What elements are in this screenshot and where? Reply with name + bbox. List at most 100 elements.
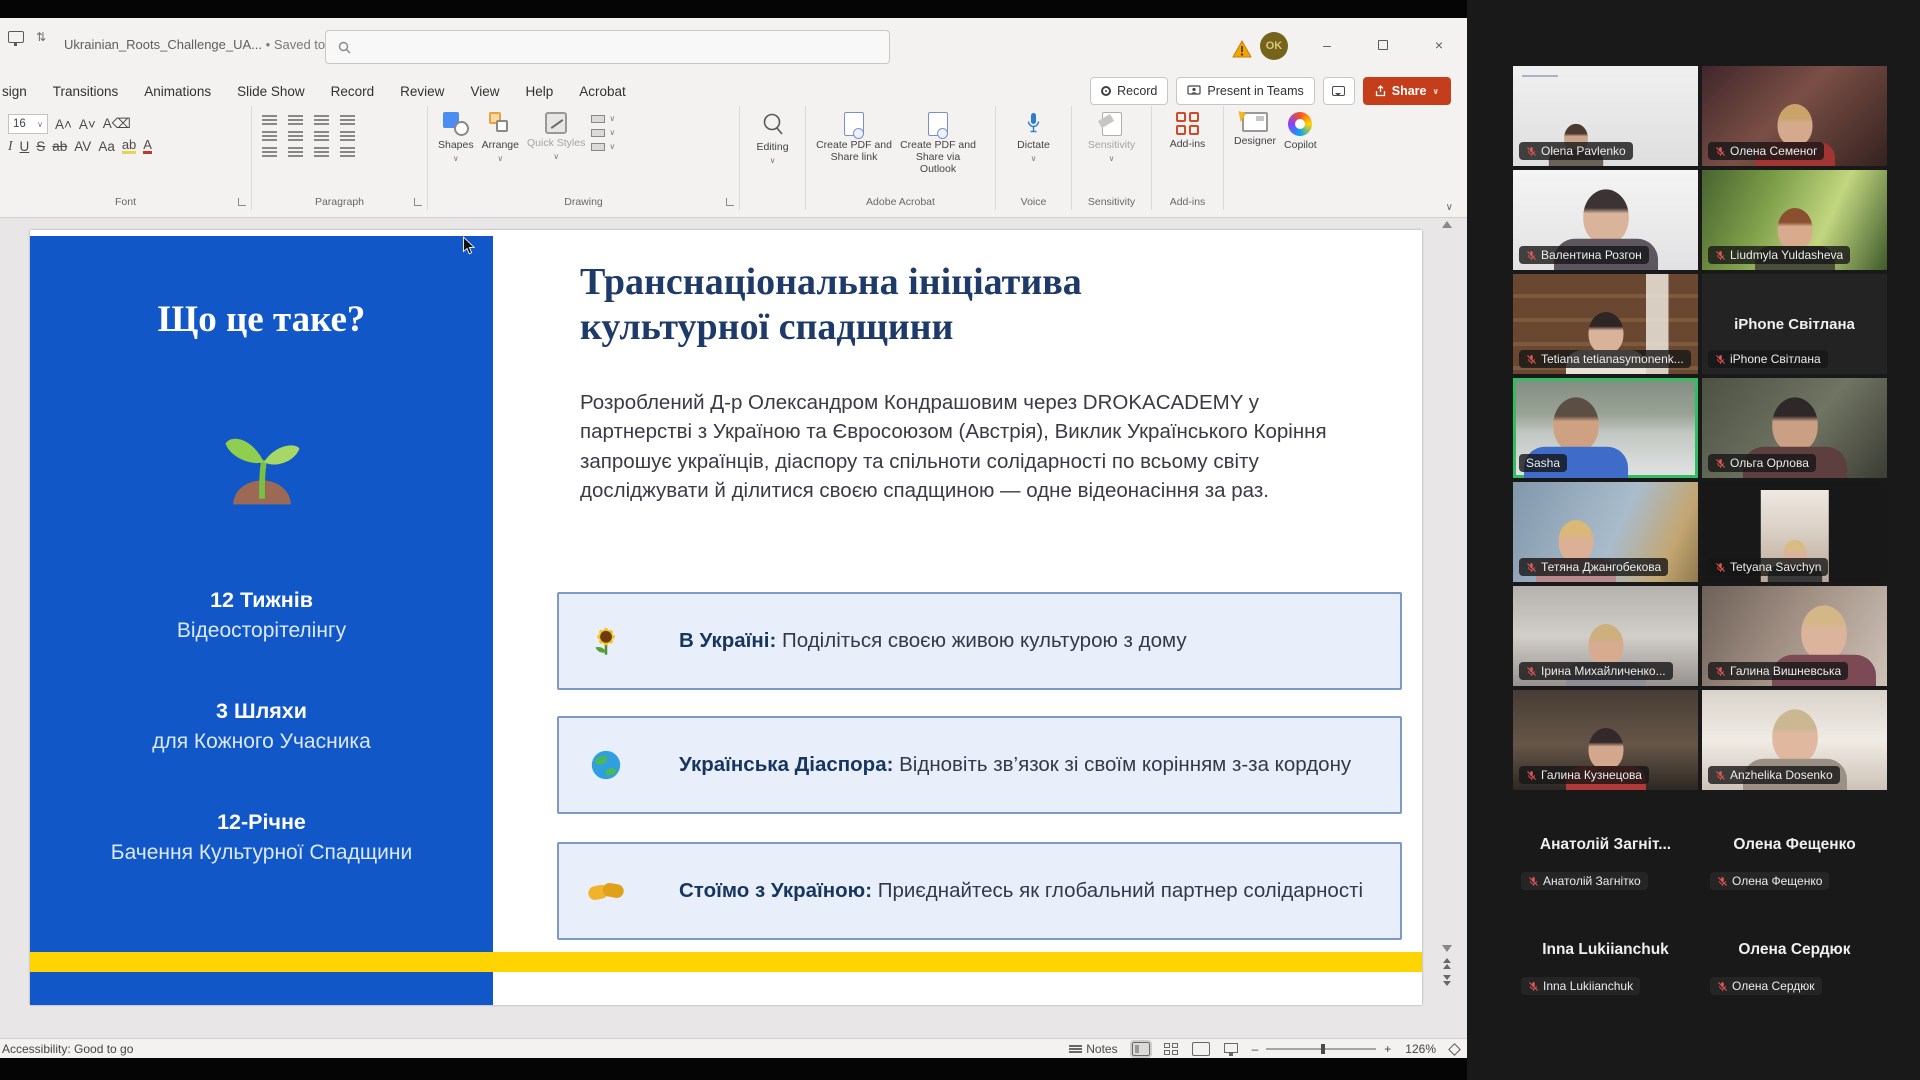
participant-tile-olena-semenoh[interactable]: Олена Семеног	[1702, 66, 1887, 166]
share-button[interactable]: Share ∨	[1363, 77, 1451, 105]
account-avatar[interactable]: OK	[1260, 32, 1288, 60]
participant-tile-liudmyla-yuldasheva[interactable]: Liudmyla Yuldasheva	[1702, 170, 1887, 270]
normal-view-button[interactable]	[1132, 1042, 1150, 1056]
multilevel-list-icon[interactable]	[314, 115, 329, 117]
shape-outline-icon[interactable]	[591, 129, 605, 137]
reading-view-button[interactable]	[1192, 1042, 1210, 1056]
participant-tile-olena-feshchenko[interactable]: Олена Фещенко Олена Фещенко	[1702, 820, 1887, 916]
editing-button[interactable]: Editing ∨	[746, 110, 799, 167]
slideshow-view-button[interactable]	[1224, 1043, 1238, 1053]
shape-effects-icon[interactable]	[591, 143, 605, 151]
infobox-diaspora[interactable]: Українська Діаспора: Відновіть зв’язок з…	[557, 716, 1402, 814]
align-right-icon[interactable]	[314, 147, 329, 149]
participant-tile-tetiana-symonenko[interactable]: Tetiana tetianasymonenk...	[1513, 274, 1698, 374]
create-pdf-outlook-button[interactable]: Create PDF and Share via Outlook	[896, 110, 980, 177]
underline-icon[interactable]: U	[20, 139, 30, 154]
sensitivity-button[interactable]: Sensitivity ∨	[1078, 110, 1145, 165]
justify-icon[interactable]	[340, 147, 355, 149]
slide-scrollbar[interactable]	[1430, 218, 1464, 1038]
infobox-solidarity[interactable]: Стоїмо з Україною: Приєднайтесь як глоба…	[557, 842, 1402, 940]
arrange-button[interactable]: Arrange ∨	[478, 110, 523, 165]
tab-help[interactable]: Help	[525, 84, 553, 99]
notes-button[interactable]: Notes	[1069, 1042, 1117, 1056]
participant-tile-tetiana-dzhanhobekova[interactable]: Тетяна Джангобекова	[1513, 482, 1698, 582]
record-button[interactable]: Record	[1090, 77, 1168, 105]
tab-transitions[interactable]: Transitions	[53, 84, 119, 99]
bullets-icon[interactable]	[262, 115, 277, 117]
shrink-font-icon[interactable]: A˅	[79, 117, 96, 132]
align-left-icon[interactable]	[262, 147, 277, 149]
panel-item-weeks[interactable]: 12 Тижнів Відеосторітелінгу	[30, 588, 493, 643]
participant-tile-anzhelika-dosenko[interactable]: Anzhelika Dosenko	[1702, 690, 1887, 790]
participant-tile-olha-orlova[interactable]: Ольга Орлова	[1702, 378, 1887, 478]
present-in-teams-button[interactable]: Present in Teams	[1176, 77, 1314, 105]
participant-tile-olena-pavlenko[interactable]: Olena Pavlenko	[1513, 66, 1698, 166]
participant-tile-inna-lukiianchuk[interactable]: Inna Lukiianchuk Inna Lukiianchuk	[1513, 925, 1698, 1021]
font-size-select[interactable]: 16 ∨	[8, 114, 48, 134]
slideshow-quickaccess-icon[interactable]	[8, 31, 24, 43]
zoom-slider[interactable]	[1266, 1048, 1376, 1050]
restore-button[interactable]	[1366, 32, 1400, 58]
zoom-slider-thumb[interactable]	[1321, 1044, 1325, 1054]
numbering-icon[interactable]	[288, 115, 303, 117]
search-input[interactable]	[359, 39, 844, 56]
participant-tile-olena-serdiuk[interactable]: Олена Сердюк Олена Сердюк	[1702, 925, 1887, 1021]
close-button[interactable]: ×	[1422, 32, 1456, 58]
tab-record[interactable]: Record	[331, 84, 375, 99]
participant-tile-anatolii-zahnitko[interactable]: Анатолій Загніт... Анатолій Загнітко	[1513, 820, 1698, 916]
next-slide-icon[interactable]	[1430, 975, 1464, 986]
tab-acrobat[interactable]: Acrobat	[579, 84, 626, 99]
tab-slide-show[interactable]: Slide Show	[237, 84, 305, 99]
slide-blue-panel[interactable]: Що це таке? 12 Тижнів Відеосторітелінгу	[30, 236, 493, 1005]
panel-item-vision[interactable]: 12-Річне Бачення Культурної Спадщини	[30, 810, 493, 865]
decrease-indent-icon[interactable]	[262, 131, 277, 133]
search-box[interactable]	[325, 30, 890, 64]
participant-tile-halyna-kuznetsova[interactable]: Галина Кузнецова	[1513, 690, 1698, 790]
customize-quickaccess-icon[interactable]: ⇅	[36, 30, 46, 44]
slide-sorter-view-button[interactable]	[1164, 1043, 1178, 1055]
quick-styles-button[interactable]: Quick Styles ∨	[523, 110, 589, 163]
line-spacing-icon[interactable]	[340, 115, 355, 117]
zoom-level[interactable]: 126%	[1405, 1042, 1436, 1056]
scroll-down-icon[interactable]	[1442, 945, 1452, 952]
participant-tile-valentyna-rozghon[interactable]: Валентина Розгон	[1513, 170, 1698, 270]
slide-canvas[interactable]: Що це таке? 12 Тижнів Відеосторітелінгу	[30, 230, 1422, 1005]
text-direction-icon[interactable]	[340, 131, 355, 133]
drawing-dialog-launcher-icon[interactable]	[726, 198, 734, 206]
italic-icon[interactable]: I	[8, 138, 13, 154]
zoom-in-button[interactable]: +	[1384, 1042, 1391, 1056]
paragraph-dialog-launcher-icon[interactable]	[414, 198, 422, 206]
accessibility-status[interactable]: Accessibility: Good to go	[2, 1042, 133, 1056]
shapes-button[interactable]: Shapes ∨	[434, 110, 478, 165]
dictate-button[interactable]: Dictate ∨	[1002, 110, 1065, 165]
increase-indent-icon[interactable]	[288, 131, 303, 133]
panel-item-paths[interactable]: 3 Шляхи для Кожного Учасника	[30, 699, 493, 754]
align-center-icon[interactable]	[288, 147, 303, 149]
shape-fill-icon[interactable]	[591, 115, 605, 123]
subscript-icon[interactable]: ab	[52, 139, 67, 154]
minimize-button[interactable]: –	[1310, 32, 1344, 58]
create-pdf-share-link-button[interactable]: Create PDF and Share link	[812, 110, 896, 177]
tab-review[interactable]: Review	[400, 84, 444, 99]
infobox-ukraine[interactable]: В Україні: Поділіться своєю живою культу…	[557, 592, 1402, 690]
previous-slide-icon[interactable]	[1430, 958, 1464, 969]
zoom-out-button[interactable]: –	[1252, 1042, 1259, 1056]
text-highlight-icon[interactable]: ab	[122, 138, 136, 154]
participant-tile-iphone-svitlana[interactable]: iPhone Світлана iPhone Світлана	[1702, 274, 1887, 374]
font-dialog-launcher-icon[interactable]	[238, 198, 246, 206]
font-color-icon[interactable]: A	[143, 138, 152, 154]
collapse-ribbon-chevron-icon[interactable]: ∨	[1446, 202, 1453, 213]
clear-formatting-icon[interactable]: A⌫	[103, 116, 131, 132]
change-case-icon[interactable]: Aa	[98, 139, 115, 154]
comments-button[interactable]	[1323, 77, 1355, 105]
scroll-up-icon[interactable]	[1442, 221, 1452, 228]
warning-icon[interactable]	[1232, 40, 1252, 58]
slide-title[interactable]: Транснаціональна ініціатива культурної с…	[580, 260, 1200, 350]
copilot-button[interactable]: Copilot	[1280, 110, 1321, 153]
tab-design[interactable]: sign	[2, 84, 27, 99]
tab-view[interactable]: View	[470, 84, 499, 99]
participant-tile-iryna-mykhailychenko[interactable]: Ірина Михайличенко...	[1513, 586, 1698, 686]
columns-icon[interactable]	[314, 131, 329, 133]
fit-slide-button[interactable]	[1448, 1043, 1461, 1056]
panel-title[interactable]: Що це таке?	[30, 298, 493, 341]
